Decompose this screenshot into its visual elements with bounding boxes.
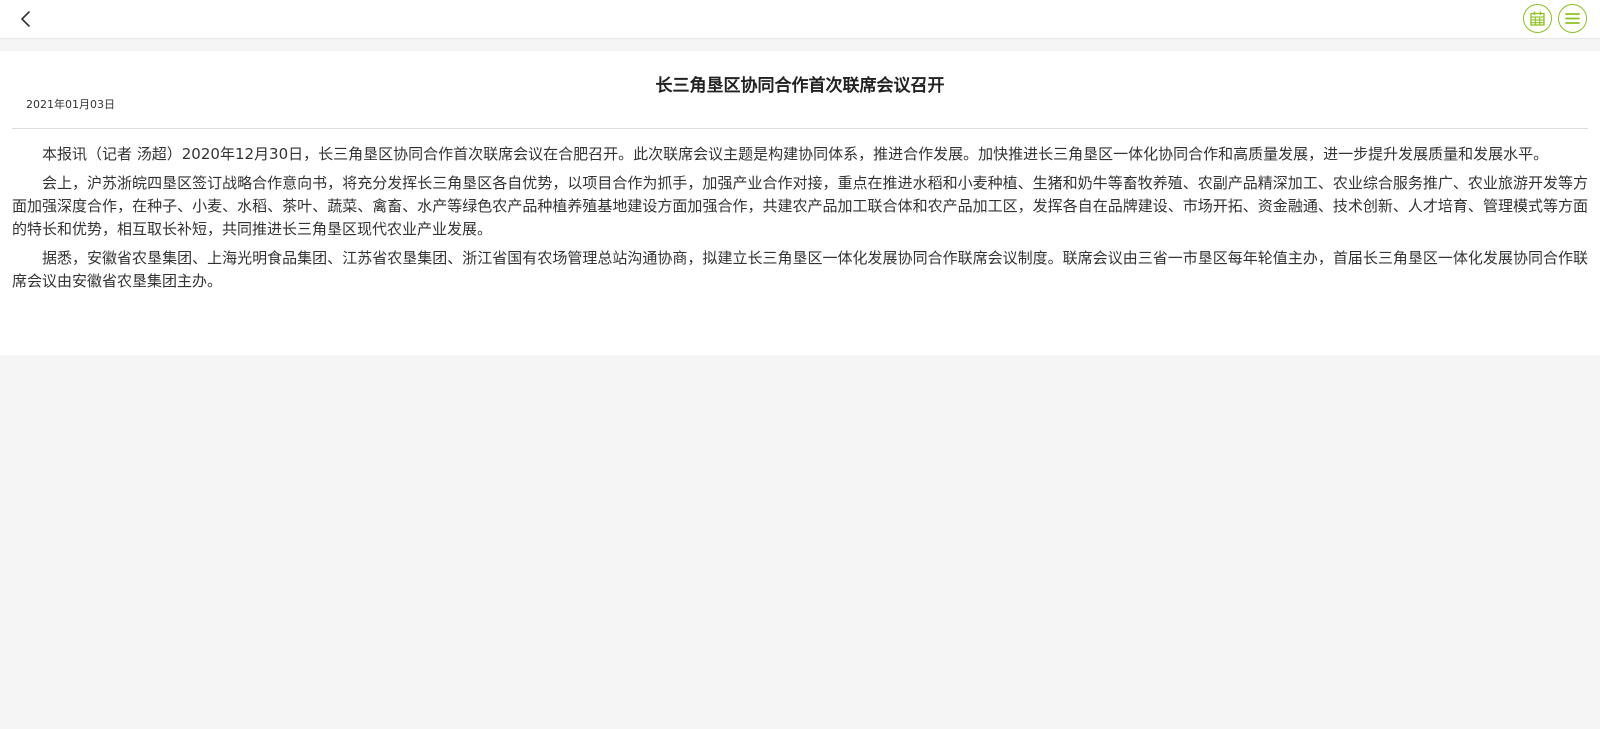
chevron-left-icon bbox=[21, 11, 30, 27]
article-body: 本报讯（记者 汤超）2020年12月30日，长三角垦区协同合作首次联席会议在合肥… bbox=[12, 143, 1588, 299]
top-bar bbox=[0, 0, 1600, 39]
hamburger-menu-icon bbox=[1565, 13, 1580, 24]
back-button[interactable] bbox=[14, 6, 40, 32]
article-title: 长三角垦区协同合作首次联席会议召开 bbox=[655, 76, 945, 96]
article-paragraph: 据悉，安徽省农垦集团、上海光明食品集团、江苏省农垦集团、浙江省国有农场管理总站沟… bbox=[12, 249, 1588, 290]
calendar-icon bbox=[1530, 11, 1545, 26]
article-paragraph: 会上，沪苏浙皖四垦区签订战略合作意向书，将充分发挥长三角垦区各自优势，以项目合作… bbox=[12, 174, 1588, 238]
menu-button[interactable] bbox=[1558, 4, 1587, 33]
article-card: 长三角垦区协同合作首次联席会议召开 2021年01月03日 本报讯（记者 汤超）… bbox=[0, 51, 1600, 355]
title-divider bbox=[12, 128, 1588, 129]
calendar-button[interactable] bbox=[1523, 4, 1552, 33]
article-date: 2021年01月03日 bbox=[26, 98, 115, 111]
article-paragraph: 本报讯（记者 汤超）2020年12月30日，长三角垦区协同合作首次联席会议在合肥… bbox=[42, 145, 1549, 163]
